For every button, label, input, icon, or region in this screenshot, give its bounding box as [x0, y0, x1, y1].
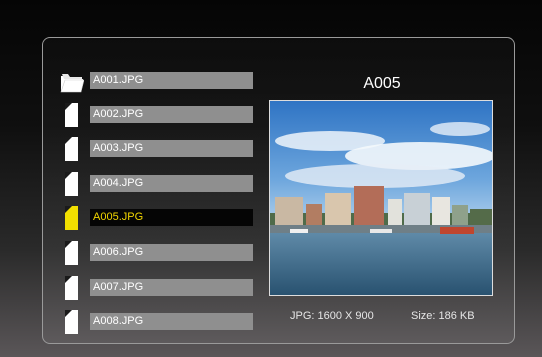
file-icon: [65, 310, 78, 334]
file-item[interactable]: A003.JPG: [60, 136, 256, 162]
folder-icon: [60, 74, 84, 93]
file-item[interactable]: A001.JPG: [60, 68, 256, 94]
file-icon: [65, 103, 78, 127]
preview-title: A005: [363, 75, 401, 92]
file-name: A005.JPG: [90, 209, 253, 226]
harbor-photo: [270, 101, 492, 295]
file-name: A007.JPG: [90, 279, 253, 296]
file-name: A008.JPG: [90, 313, 253, 330]
file-item-selected[interactable]: A005.JPG: [60, 205, 256, 231]
file-name: A003.JPG: [90, 140, 253, 157]
file-icon: [65, 172, 78, 196]
file-name: A006.JPG: [90, 244, 253, 261]
file-item[interactable]: A004.JPG: [60, 171, 256, 197]
file-icon: [65, 241, 78, 265]
image-resolution: JPG: 1600 X 900: [290, 310, 374, 322]
file-icon: [65, 206, 78, 230]
file-item[interactable]: A006.JPG: [60, 240, 256, 266]
file-item[interactable]: A007.JPG: [60, 275, 256, 301]
file-name: A001.JPG: [90, 72, 253, 89]
preview-image[interactable]: [269, 100, 493, 296]
file-name: A002.JPG: [90, 106, 253, 123]
image-size: Size: 186 KB: [411, 310, 475, 322]
file-name: A004.JPG: [90, 175, 253, 192]
file-icon: [65, 276, 78, 300]
file-item[interactable]: A002.JPG: [60, 102, 256, 128]
file-item[interactable]: A008.JPG: [60, 309, 256, 335]
file-icon: [65, 137, 78, 161]
